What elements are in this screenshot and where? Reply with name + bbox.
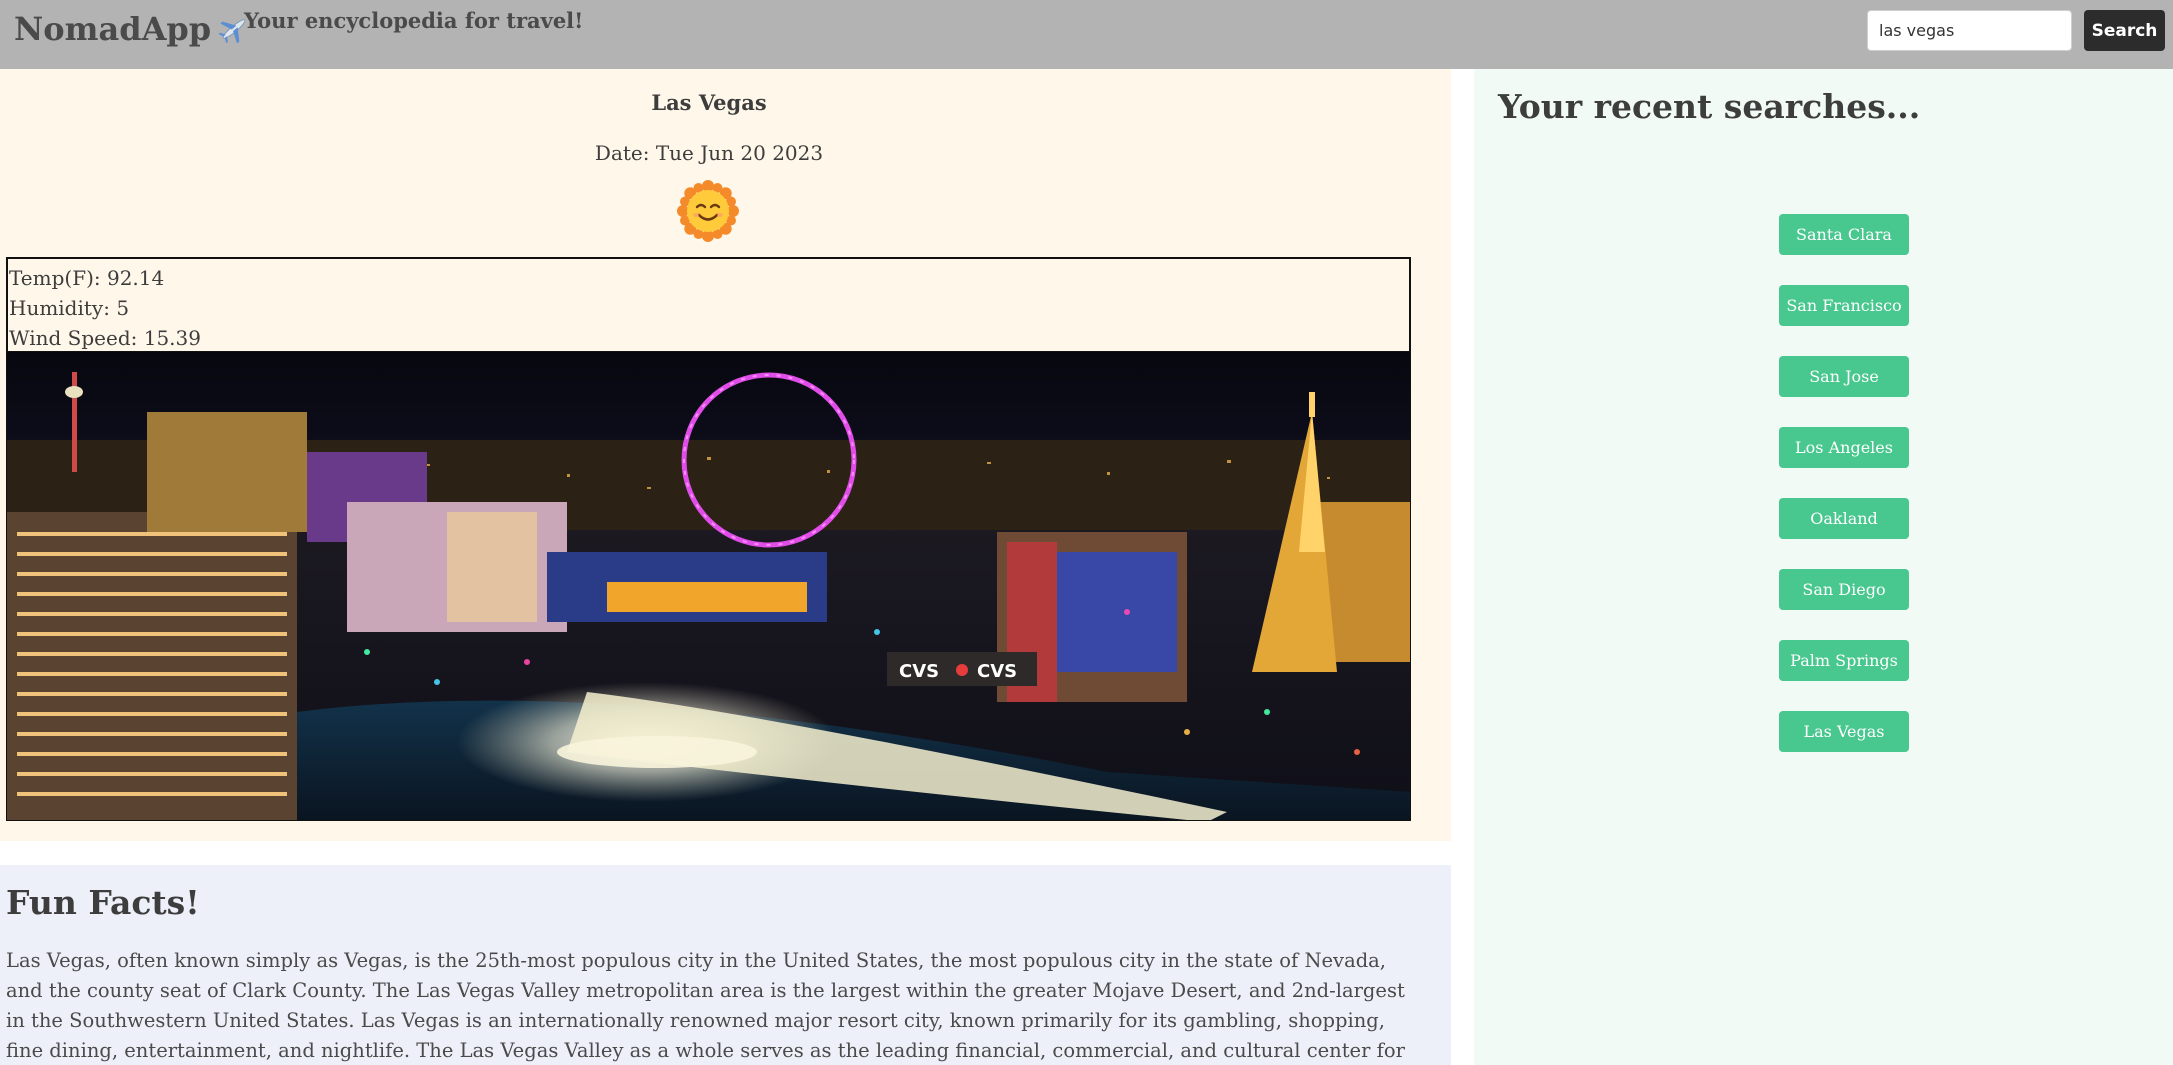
fun-facts-section: Fun Facts! Las Vegas, often known simply… [0,865,1451,1065]
recent-search-button[interactable]: San Diego [1779,569,1909,610]
recent-search-button[interactable]: San Francisco [1779,285,1909,326]
recent-search-button[interactable]: Las Vegas [1779,711,1909,752]
top-header: NomadApp Your encyclopedia for travel! S… [0,0,2173,69]
city-photo: CVS CVS [6,351,1411,821]
recent-search-button[interactable]: San Jose [1779,356,1909,397]
recent-searches-panel: Your recent searches... Santa Clara San … [1474,69,2173,1065]
city-title: Las Vegas [651,90,767,115]
recent-searches-list: Santa Clara San Francisco San Jose Los A… [1779,214,1909,782]
smiling-sun-icon [677,180,739,242]
tagline: Your encyclopedia for travel! [244,8,584,33]
brand-name[interactable]: NomadApp [14,10,211,48]
weather-section: Las Vegas Date: Tue Jun 20 2023 Temp(F):… [0,69,1451,841]
weather-stats-box: Temp(F): 92.14 Humidity: 5 Wind Speed: 1… [6,257,1411,353]
recent-search-button[interactable]: Santa Clara [1779,214,1909,255]
temperature-label: Temp(F): 92.14 [9,266,165,290]
las-vegas-strip-night-photo: CVS CVS [7,352,1410,820]
fun-facts-title: Fun Facts! [6,883,200,922]
search-input[interactable] [1867,10,2072,51]
date-label: Date: Tue Jun 20 2023 [594,141,824,165]
fun-facts-text: Las Vegas, often known simply as Vegas, … [6,949,1405,1062]
svg-text:CVS: CVS [899,661,939,682]
recent-search-button[interactable]: Oakland [1779,498,1909,539]
search-button[interactable]: Search [2084,10,2165,51]
svg-text:CVS: CVS [977,661,1017,682]
wind-speed-label: Wind Speed: 15.39 [9,326,201,350]
recent-search-button[interactable]: Los Angeles [1779,427,1909,468]
recent-searches-title: Your recent searches... [1498,87,1921,126]
brand-logo[interactable]: NomadApp [14,10,251,48]
recent-search-button[interactable]: Palm Springs [1779,640,1909,681]
humidity-label: Humidity: 5 [9,296,130,320]
